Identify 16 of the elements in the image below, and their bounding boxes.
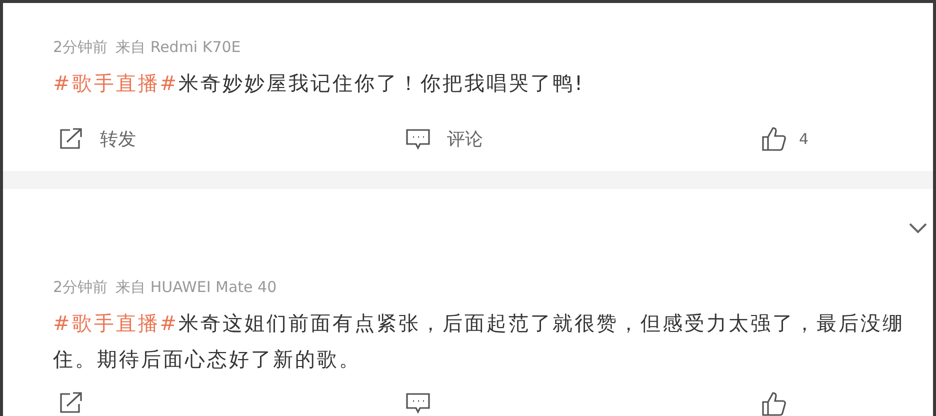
post-source: 来自 HUAWEI Mate 40 [116,277,277,297]
thumbs-up-icon [761,391,787,416]
post-source: 来自 Redmi K70E [116,37,241,57]
share-icon [58,391,84,415]
share-icon [58,127,84,151]
chevron-down-icon[interactable] [909,223,927,234]
post-time: 2分钟前 [53,277,108,297]
post-text: #歌手直播#米奇这姐们前面有点紧张，后面起范了就很赞，但感受力太强了，最后没绷住。期待后面心态好了新的歌。 [53,310,906,373]
like-count[interactable]: 4 [799,128,809,150]
post-time: 2分钟前 [53,37,108,57]
thumbs-up-icon [761,126,787,152]
comment-icon [405,127,431,151]
comment-button[interactable]: 评论 [447,126,483,152]
comment-icon [405,391,431,415]
post-text: #歌手直播#米奇妙妙屋我记住你了！你把我唱哭了鸭! [53,70,586,97]
repost-button[interactable]: 转发 [100,126,136,152]
